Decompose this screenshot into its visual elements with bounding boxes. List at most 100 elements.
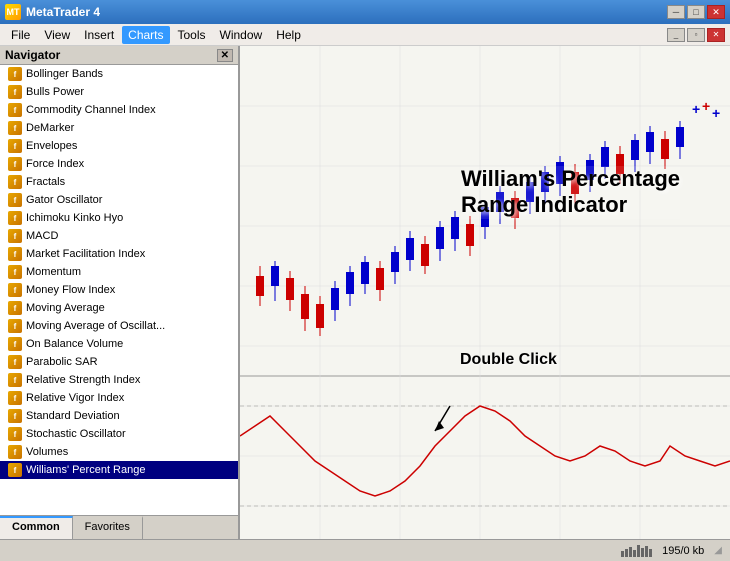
nav-item-icon: f	[8, 67, 22, 81]
nav-item-icon: f	[8, 445, 22, 459]
nav-item[interactable]: f Moving Average of Oscillat...	[0, 317, 238, 335]
menu-bar: FileViewInsertChartsToolsWindowHelp _ ▫ …	[0, 24, 730, 46]
nav-item-label: Money Flow Index	[26, 284, 115, 296]
maximize-button[interactable]: □	[687, 5, 705, 19]
menu-item-window[interactable]: Window	[214, 26, 269, 44]
menu-item-insert[interactable]: Insert	[78, 26, 120, 44]
menu-item-tools[interactable]: Tools	[172, 26, 212, 44]
nav-item-label: Relative Vigor Index	[26, 392, 124, 404]
nav-item-icon: f	[8, 409, 22, 423]
title-bar-left: MT MetaTrader 4	[5, 4, 100, 20]
nav-item[interactable]: f Commodity Channel Index	[0, 101, 238, 119]
menu-item-view[interactable]: View	[38, 26, 76, 44]
chart-svg: + + +	[240, 46, 730, 539]
nav-item[interactable]: f Envelopes	[0, 137, 238, 155]
nav-item[interactable]: f DeMarker	[0, 119, 238, 137]
inner-close-button[interactable]: ✕	[707, 28, 725, 42]
nav-item-icon: f	[8, 373, 22, 387]
nav-item-label: Ichimoku Kinko Hyo	[26, 212, 123, 224]
nav-item[interactable]: f Stochastic Oscillator	[0, 425, 238, 443]
svg-text:+: +	[702, 98, 710, 114]
nav-item-icon: f	[8, 283, 22, 297]
nav-item[interactable]: f Market Facilitation Index	[0, 245, 238, 263]
nav-item-icon: f	[8, 103, 22, 117]
nav-item-label: Standard Deviation	[26, 410, 120, 422]
minimize-button[interactable]: ─	[667, 5, 685, 19]
app-title: MetaTrader 4	[26, 5, 100, 19]
title-bar-controls: ─ □ ✕	[667, 5, 725, 19]
nav-item-label: Commodity Channel Index	[26, 104, 156, 116]
nav-item[interactable]: f Gator Oscillator	[0, 191, 238, 209]
title-bar: MT MetaTrader 4 ─ □ ✕	[0, 0, 730, 24]
nav-item-icon: f	[8, 157, 22, 171]
navigator-list: f Bollinger Bands f Bulls Power f Commodity C…	[0, 65, 238, 515]
nav-item[interactable]: fMomentum	[0, 263, 238, 281]
nav-item[interactable]: f Volumes	[0, 443, 238, 461]
nav-item-label: Fractals	[26, 176, 65, 188]
nav-item[interactable]: f Relative Vigor Index	[0, 389, 238, 407]
nav-item-label: Moving Average	[26, 302, 105, 314]
close-button[interactable]: ✕	[707, 5, 725, 19]
nav-item-label: Relative Strength Index	[26, 374, 140, 386]
nav-item-label: DeMarker	[26, 122, 74, 134]
nav-item-icon: f	[8, 427, 22, 441]
navigator-close-button[interactable]: ✕	[217, 49, 233, 62]
nav-item-label: Moving Average of Oscillat...	[26, 320, 165, 332]
inner-minimize-button[interactable]: _	[667, 28, 685, 42]
status-bar: 195/0 kb ◢	[0, 539, 730, 561]
nav-item-icon: f	[8, 301, 22, 315]
nav-item-icon: f	[8, 463, 22, 477]
nav-item-icon: f	[8, 337, 22, 351]
nav-item[interactable]: f Force Index	[0, 155, 238, 173]
nav-item[interactable]: f Parabolic SAR	[0, 353, 238, 371]
nav-item-label: Bulls Power	[26, 86, 84, 98]
menu-item-file[interactable]: File	[5, 26, 36, 44]
svg-text:+: +	[712, 105, 720, 121]
menu-item-help[interactable]: Help	[270, 26, 307, 44]
svg-text:+: +	[692, 101, 700, 117]
nav-item[interactable]: f Money Flow Index	[0, 281, 238, 299]
nav-item[interactable]: f MACD	[0, 227, 238, 245]
nav-item-icon: f	[8, 247, 22, 261]
chart-area[interactable]: + + + William's PercentageRange Indicato…	[240, 46, 730, 539]
nav-item-icon: f	[8, 85, 22, 99]
nav-item[interactable]: f Moving Average	[0, 299, 238, 317]
nav-item-label: Envelopes	[26, 140, 77, 152]
nav-item[interactable]: f On Balance Volume	[0, 335, 238, 353]
nav-item[interactable]: f Williams' Percent Range	[0, 461, 238, 479]
nav-item[interactable]: f Bollinger Bands	[0, 65, 238, 83]
nav-item-icon: f	[8, 229, 22, 243]
nav-item-icon: f	[8, 355, 22, 369]
nav-item[interactable]: f Standard Deviation	[0, 407, 238, 425]
bars-icon	[621, 545, 652, 557]
nav-item-label: Williams' Percent Range	[26, 464, 145, 476]
nav-item-label: Stochastic Oscillator	[26, 428, 126, 440]
nav-item-label: On Balance Volume	[26, 338, 123, 350]
navigator-tabs: CommonFavorites	[0, 515, 238, 539]
nav-item-label: Force Index	[26, 158, 84, 170]
nav-item-icon: f	[8, 139, 22, 153]
nav-item[interactable]: f Fractals	[0, 173, 238, 191]
nav-item-icon: f	[8, 175, 22, 189]
nav-item[interactable]: f Bulls Power	[0, 83, 238, 101]
nav-item[interactable]: fIchimoku Kinko Hyo	[0, 209, 238, 227]
menu-item-charts[interactable]: Charts	[122, 26, 169, 44]
app-icon: MT	[5, 4, 21, 20]
nav-item-icon: f	[8, 121, 22, 135]
nav-item-label: Market Facilitation Index	[26, 248, 145, 260]
nav-tab-favorites[interactable]: Favorites	[73, 516, 143, 539]
menu-items: FileViewInsertChartsToolsWindowHelp	[5, 26, 307, 44]
resize-icon: ◢	[714, 545, 722, 556]
nav-item-label: Gator Oscillator	[26, 194, 102, 206]
inner-restore-button[interactable]: ▫	[687, 28, 705, 42]
nav-item-icon: f	[8, 193, 22, 207]
nav-item-label: Volumes	[26, 446, 68, 458]
nav-item-icon: f	[8, 319, 22, 333]
nav-item-label: MACD	[26, 230, 58, 242]
nav-tab-common[interactable]: Common	[0, 516, 73, 539]
navigator-title: Navigator	[5, 48, 60, 62]
nav-item[interactable]: f Relative Strength Index	[0, 371, 238, 389]
nav-item-label: Parabolic SAR	[26, 356, 98, 368]
nav-item-icon: f	[8, 391, 22, 405]
nav-item-label: Bollinger Bands	[26, 68, 103, 80]
